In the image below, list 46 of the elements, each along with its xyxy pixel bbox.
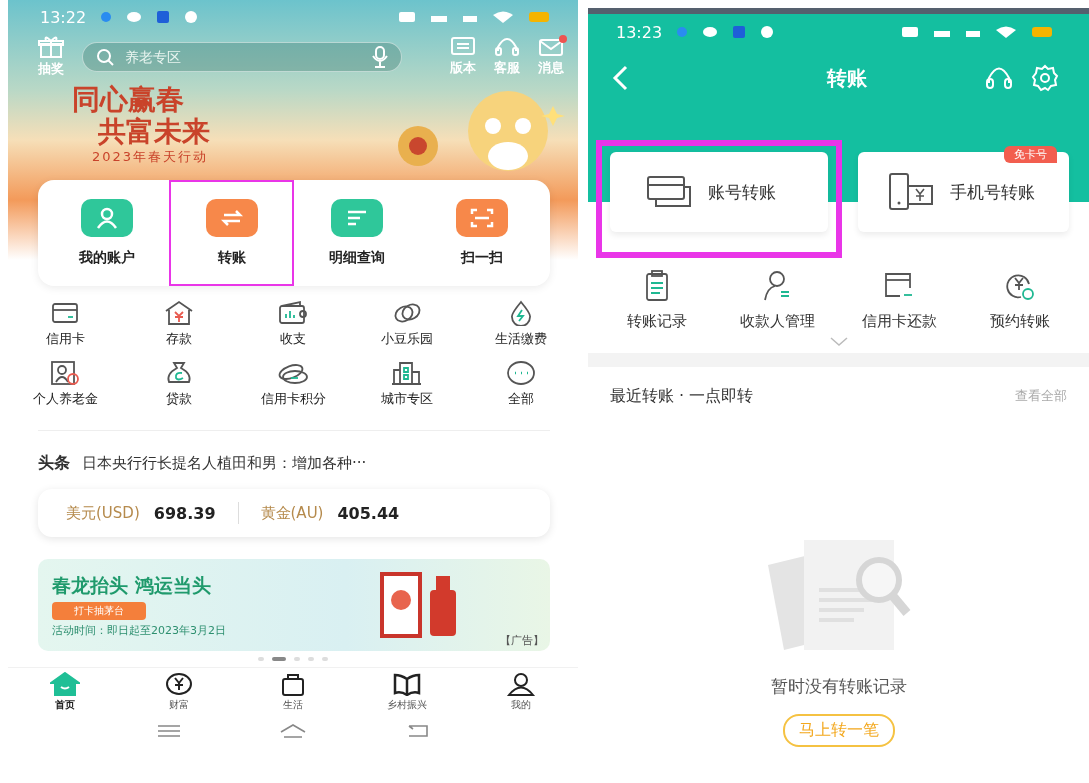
tab-item[interactable]: 首页 bbox=[8, 668, 122, 716]
rate-value: 698.39 bbox=[153, 503, 216, 523]
page-title: 转账 bbox=[825, 64, 868, 92]
service-label[interactable]: 存款 bbox=[166, 330, 192, 348]
ad-note: 活动时间：即日起至2023年3月2日 bbox=[52, 622, 226, 638]
section-title: 最近转账 · 一点即转 bbox=[610, 385, 754, 407]
tab-item[interactable]: 我的 bbox=[464, 668, 578, 716]
tab-item[interactable]: 财富 bbox=[122, 668, 236, 716]
service-label[interactable]: 个人养老金 bbox=[32, 390, 98, 408]
service-label[interactable]: 信用卡 bbox=[45, 330, 85, 348]
quick-action[interactable]: 我的账户 bbox=[44, 180, 169, 286]
status-time: 13:22 bbox=[40, 7, 87, 27]
headline-text[interactable]: 日本央行行长提名人植田和男：增加各种··· bbox=[82, 453, 367, 473]
service-label[interactable]: 信用卡积分 bbox=[260, 390, 326, 408]
service-label[interactable]: 贷款 bbox=[166, 390, 192, 408]
transfer-option-label: 手机号转账 bbox=[950, 180, 1035, 204]
ad-title: 春龙抬头 鸿运当头 bbox=[52, 572, 211, 598]
tab-item[interactable]: 乡村振兴 bbox=[350, 668, 464, 716]
service-label[interactable]: 城市专区 bbox=[381, 390, 433, 408]
banner-slogan: 同心赢春 bbox=[72, 84, 185, 116]
quick-action[interactable]: 扫一扫 bbox=[419, 180, 544, 286]
status-time: 13:23 bbox=[616, 22, 663, 42]
tool-label[interactable]: 信用卡还款 bbox=[861, 312, 937, 331]
tool-label[interactable]: 预约转账 bbox=[990, 312, 1051, 331]
service-label[interactable]: 生活缴费 bbox=[495, 330, 547, 348]
quick-action[interactable]: 转账 bbox=[169, 180, 294, 286]
service-label[interactable]: 全部 bbox=[508, 390, 534, 408]
search-field[interactable]: 养老专区 bbox=[82, 42, 402, 72]
ad-banner[interactable]: 春龙抬头 鸿运当头 打卡抽茅台 活动时间：即日起至2023年3月2日 【广告】 bbox=[38, 559, 550, 651]
ad-tag: 【广告】 bbox=[500, 633, 544, 648]
quick-action[interactable]: 明细查询 bbox=[294, 180, 419, 286]
tool-label[interactable]: 转账记录 bbox=[626, 312, 687, 331]
service-label[interactable]: 收支 bbox=[280, 330, 306, 348]
tool-label[interactable]: 收款人管理 bbox=[740, 312, 816, 331]
transfer-option-label: 账号转账 bbox=[708, 180, 776, 204]
empty-state-text: 暂时没有转账记录 bbox=[770, 675, 907, 698]
rate-label: 美元(USD) bbox=[66, 503, 140, 523]
service-label[interactable]: 小豆乐园 bbox=[381, 330, 433, 348]
rate-label: 黄金(AU) bbox=[260, 503, 324, 523]
no-card-badge: 免卡号 bbox=[1004, 146, 1057, 163]
headline-tag: 头条 bbox=[38, 452, 70, 474]
rate-value: 405.44 bbox=[337, 503, 400, 523]
banner-slogan: 共富未来 bbox=[97, 116, 210, 148]
banner-subtitle: 2023年春天行动 bbox=[91, 148, 210, 166]
transfer-option-card[interactable]: 账号转账 bbox=[610, 152, 828, 232]
tab-item[interactable]: 生活 bbox=[236, 668, 350, 716]
